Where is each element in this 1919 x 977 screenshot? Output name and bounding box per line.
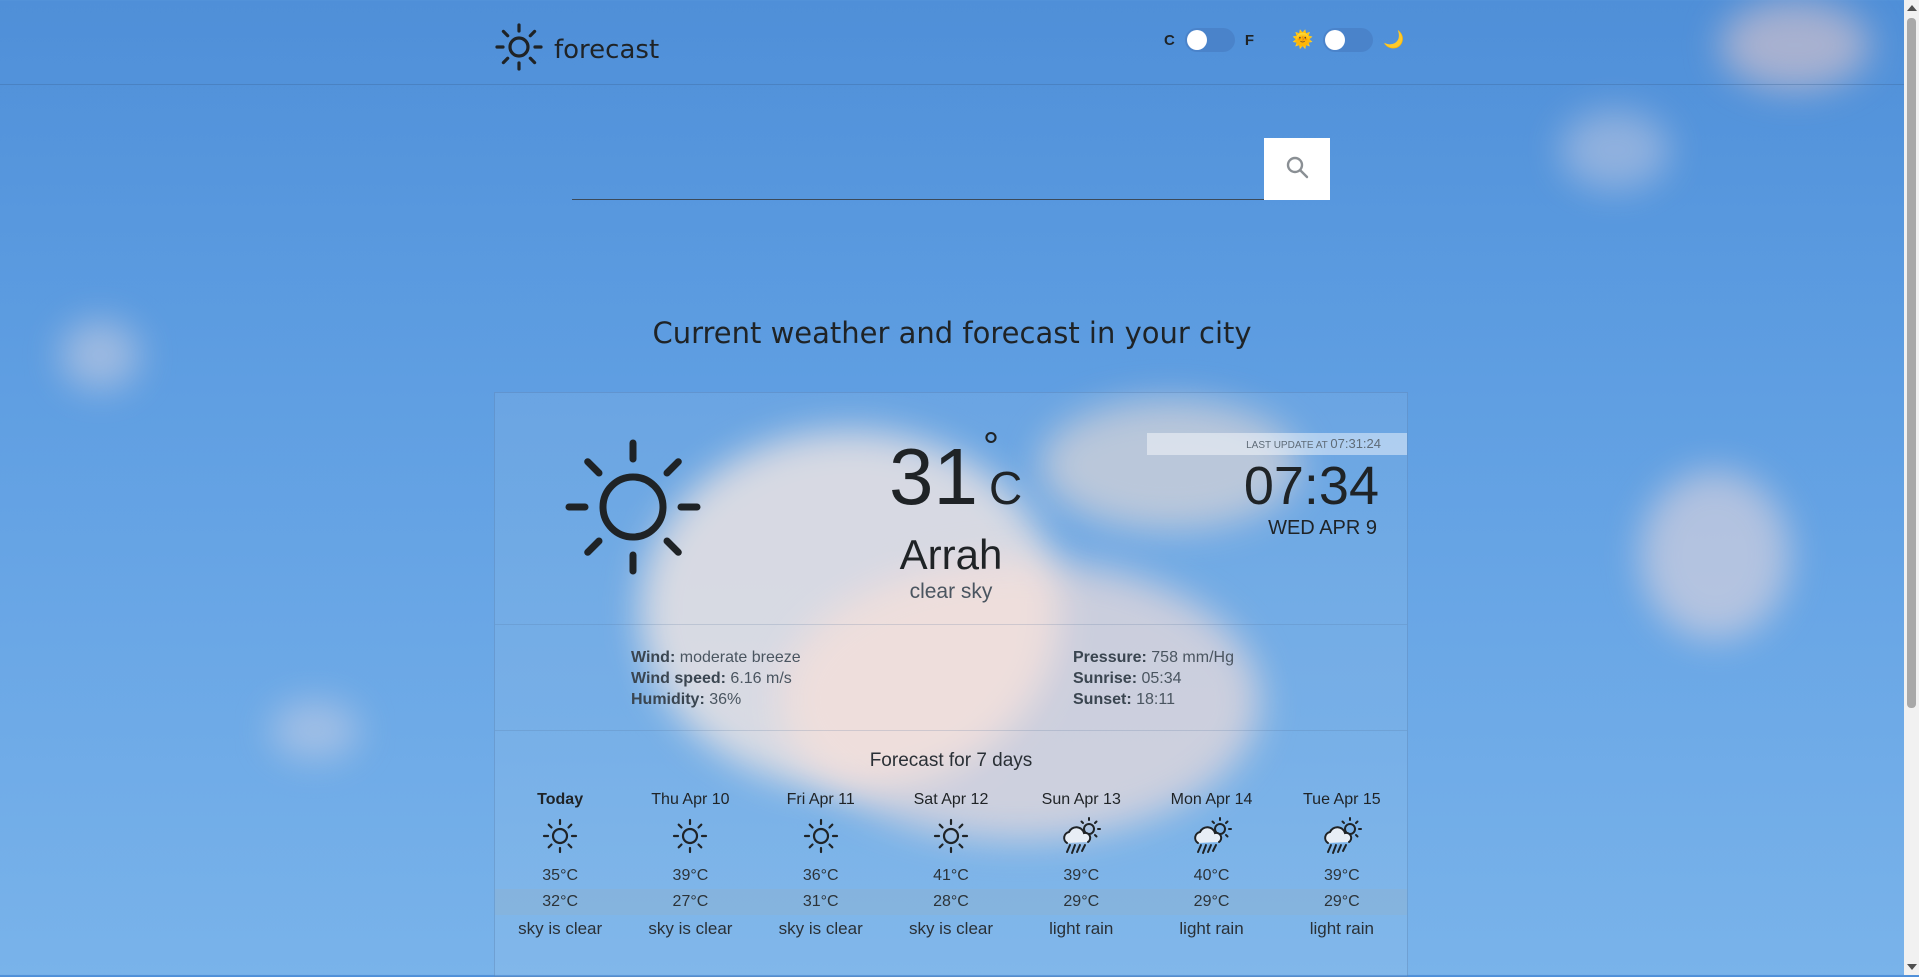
day-low-temp: 29°C [1276, 889, 1407, 915]
day-name: Tue Apr 15 [1302, 791, 1381, 808]
day-low-temp: 32°C [495, 889, 626, 915]
day-high-temp: 39°C [672, 867, 709, 884]
day-name: Sat Apr 12 [913, 791, 989, 808]
unit-f-label: F [1244, 31, 1255, 49]
scrollbar-thumb[interactable] [1907, 18, 1916, 708]
day-name: Sun Apr 13 [1041, 791, 1121, 808]
theme-toggle[interactable] [1323, 28, 1374, 52]
sun-logo-icon [494, 22, 544, 77]
top-bar: forecast C F 🌞 🌙 [0, 0, 1904, 85]
scroll-up-arrow[interactable] [1907, 5, 1917, 11]
day-low-temp: 28°C [885, 889, 1017, 915]
search-bar [572, 138, 1330, 200]
day-low-temp: 31°C [755, 889, 886, 915]
search-icon [1285, 155, 1309, 184]
sun-icon [625, 815, 755, 857]
day-name: Thu Apr 10 [651, 791, 730, 808]
wind-speed-label: Wind speed: [631, 670, 726, 687]
weather-condition: clear sky [909, 580, 993, 603]
day-high-temp: 36°C [802, 867, 839, 884]
wind-speed-value: 6.16 m/s [730, 670, 792, 687]
unit-c-label: C [1164, 31, 1175, 49]
day-low-temp: 29°C [1016, 889, 1147, 915]
search-underline [572, 199, 1330, 200]
day-name: Today [537, 791, 584, 808]
forecast-day: Thu Apr 10 39°C 27°C sky is clear [625, 791, 756, 939]
scroll-down-arrow[interactable] [1907, 964, 1917, 970]
sunset-label: Sunset: [1073, 691, 1132, 708]
day-description: light rain [1309, 919, 1374, 938]
pressure-label: Pressure: [1073, 649, 1147, 666]
sunrise-label: Sunrise: [1073, 670, 1138, 687]
local-date: WED APR 9 [1268, 517, 1377, 539]
header-toggles: C F 🌞 🌙 [1164, 28, 1404, 52]
details-left: Wind: moderate breeze Wind speed: 6.16 m… [631, 647, 801, 710]
unit-toggle-knob [1186, 30, 1207, 50]
forecast-day: Today 35°C 32°C sky is clear [495, 791, 626, 939]
day-description: light rain [1179, 919, 1244, 938]
details-right: Pressure: 758 mm/Hg Sunrise: 05:34 Sunse… [1073, 647, 1234, 710]
search-input[interactable] [572, 138, 1266, 200]
day-description: sky is clear [778, 919, 863, 938]
day-high-temp: 35°C [542, 867, 579, 884]
page-headline: Current weather and forecast in your cit… [652, 316, 1252, 350]
day-high-temp: 39°C [1323, 867, 1360, 884]
day-high-temp: 40°C [1193, 867, 1230, 884]
weather-card: 31 ° C Arrah clear sky LAST UPDATE AT 07… [494, 392, 1408, 977]
wind-value: moderate breeze [679, 649, 801, 666]
day-high-temp: 39°C [1063, 867, 1100, 884]
day-description: sky is clear [908, 919, 994, 938]
day-description: sky is clear [518, 919, 603, 938]
divider [495, 624, 1407, 625]
forecast-day: Fri Apr 11 36°C 31°C sky is clear [755, 791, 886, 939]
sun-icon [756, 815, 886, 857]
sun-rain-icon [1277, 815, 1407, 857]
sunset-value: 18:11 [1136, 691, 1175, 708]
search-button[interactable] [1264, 138, 1330, 200]
humidity-value: 36% [709, 691, 742, 708]
logo[interactable]: forecast [494, 22, 659, 77]
pressure-value: 758 mm/Hg [1151, 649, 1234, 666]
scrollbar[interactable] [1904, 0, 1919, 975]
day-low-temp: 27°C [625, 889, 756, 915]
sun-rain-icon [1146, 815, 1276, 857]
sun-icon [495, 815, 625, 857]
logo-text: forecast [554, 34, 660, 65]
forecast-day: Mon Apr 14 40°C 29°C light rain [1146, 791, 1277, 939]
day-description: sky is clear [648, 919, 733, 938]
forecast-day: Sun Apr 13 39°C 29°C light rain [1016, 791, 1147, 939]
forecast-title: Forecast for 7 days [869, 750, 1033, 771]
sun-icon [886, 815, 1016, 857]
day-low-temp: 29°C [1146, 889, 1277, 915]
forecast-days: Today 35°C 32°C sky is clear Thu Apr 10 … [495, 791, 1407, 939]
temperature-unit: C [989, 462, 1023, 514]
humidity-label: Humidity: [631, 691, 705, 708]
theme-toggle-knob [1325, 30, 1346, 50]
current-temperature: 31 [889, 432, 978, 521]
sunrise-value: 05:34 [1141, 670, 1182, 687]
day-high-temp: 41°C [933, 867, 969, 884]
last-update-time: 07:31:24 [1330, 436, 1381, 451]
forecast-day: Tue Apr 15 39°C 29°C light rain [1276, 791, 1407, 939]
day-description: light rain [1049, 919, 1114, 938]
moon-icon: 🌙 [1383, 30, 1405, 49]
local-time: 07:34 [1243, 456, 1379, 516]
wind-label: Wind: [631, 649, 676, 666]
sun-face-icon: 🌞 [1292, 30, 1314, 49]
divider [495, 730, 1407, 731]
unit-toggle[interactable] [1184, 28, 1235, 52]
day-name: Fri Apr 11 [786, 791, 855, 808]
last-update: LAST UPDATE AT 07:31:24 [1147, 433, 1407, 455]
sun-rain-icon [1016, 815, 1146, 857]
forecast-day: Sat Apr 12 41°C 28°C sky is clear [885, 791, 1017, 939]
last-update-label: LAST UPDATE AT [1246, 440, 1328, 451]
day-name: Mon Apr 14 [1170, 791, 1253, 808]
